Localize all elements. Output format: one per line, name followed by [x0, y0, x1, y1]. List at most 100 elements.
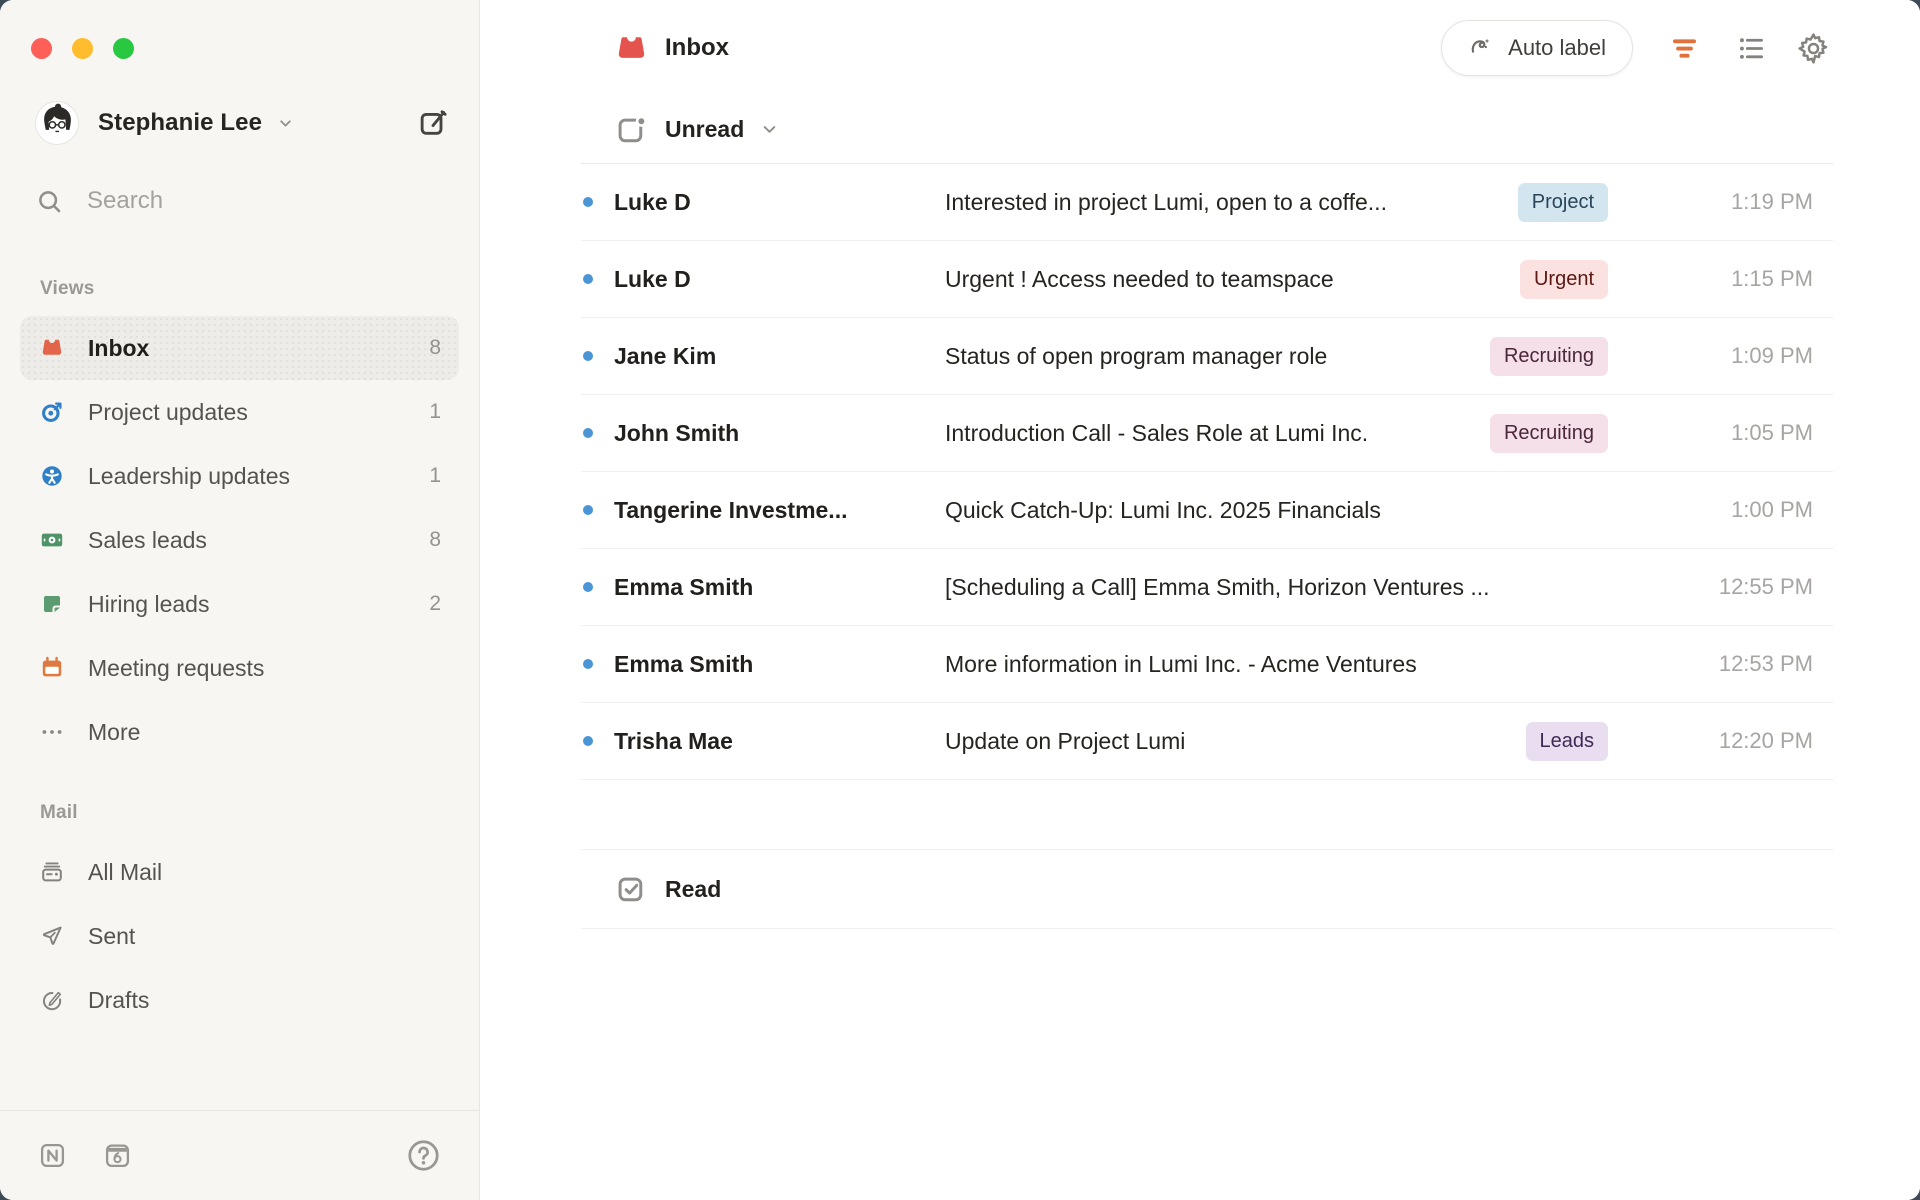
inbox-icon [40, 336, 64, 360]
calendar-icon [40, 656, 64, 680]
email-subject: Introduction Call - Sales Role at Lumi I… [945, 420, 1466, 447]
email-row[interactable]: Emma Smith More information in Lumi Inc.… [581, 626, 1833, 703]
unread-email-list: Luke D Interested in project Lumi, open … [581, 164, 1833, 780]
email-time: 12:55 PM [1608, 574, 1833, 600]
email-sender: Emma Smith [614, 574, 945, 601]
target-icon [40, 400, 64, 424]
sidebar-item-project-updates[interactable]: Project updates 1 [20, 380, 459, 444]
unread-dot-icon [583, 582, 593, 592]
sidebar-item-drafts[interactable]: Drafts [20, 968, 459, 1032]
list-view-icon[interactable] [1736, 33, 1767, 64]
email-subject: Status of open program manager role [945, 343, 1466, 370]
email-time: 1:09 PM [1608, 343, 1833, 369]
banknote-icon [40, 528, 64, 552]
search-input[interactable]: Search [36, 180, 163, 222]
minimize-window-button[interactable] [72, 38, 93, 59]
sidebar-item-label: Hiring leads [88, 591, 429, 618]
email-label-badge: Recruiting [1490, 337, 1608, 376]
sidebar-item-label: Drafts [88, 987, 441, 1014]
email-row[interactable]: Tangerine Investme... Quick Catch-Up: Lu… [581, 472, 1833, 549]
compose-button[interactable] [418, 108, 449, 139]
help-icon[interactable] [406, 1138, 441, 1173]
sidebar-item-label: Sales leads [88, 527, 429, 554]
read-section-header[interactable]: Read [581, 849, 1833, 929]
email-sender: Luke D [614, 189, 945, 216]
email-label-badge: Urgent [1520, 260, 1608, 299]
mail-section-label: Mail [20, 790, 459, 840]
sidebar-item-label: Project updates [88, 399, 429, 426]
email-subject: Urgent ! Access needed to teamspace [945, 266, 1496, 293]
sidebar-item-label: Inbox [88, 335, 429, 362]
zoom-window-button[interactable] [113, 38, 134, 59]
sidebar-item-label: Meeting requests [88, 655, 441, 682]
notion-logo-icon[interactable] [38, 1141, 67, 1170]
auto-label-button-label: Auto label [1508, 35, 1606, 61]
sidebar-item-all-mail[interactable]: All Mail [20, 840, 459, 904]
person-icon [40, 464, 64, 488]
email-time: 1:00 PM [1608, 497, 1833, 523]
sidebar-nav: Views Inbox 8 Project updates 1 Leadersh… [20, 266, 459, 1032]
unread-dot-icon [583, 197, 593, 207]
sidebar-item-label: Leadership updates [88, 463, 429, 490]
email-time: 1:05 PM [1608, 420, 1833, 446]
sidebar-item-count: 8 [429, 336, 441, 360]
email-label-badge: Recruiting [1490, 414, 1608, 453]
note-icon [40, 592, 64, 616]
sidebar-item-leadership-updates[interactable]: Leadership updates 1 [20, 444, 459, 508]
account-name[interactable]: Stephanie Lee [98, 109, 262, 137]
search-icon [36, 188, 63, 215]
email-time: 12:53 PM [1608, 651, 1833, 677]
email-sender: Tangerine Investme... [614, 497, 945, 524]
account-chevron-down-icon[interactable] [276, 114, 295, 133]
email-row[interactable]: Emma Smith [Scheduling a Call] Emma Smit… [581, 549, 1833, 626]
sidebar-item-label: Sent [88, 923, 441, 950]
wand-icon [1468, 35, 1495, 62]
unread-dot-icon [583, 428, 593, 438]
email-row[interactable]: Jane Kim Status of open program manager … [581, 318, 1833, 395]
email-sender: Emma Smith [614, 651, 945, 678]
sidebar-item-hiring-leads[interactable]: Hiring leads 2 [20, 572, 459, 636]
unread-chevron-down-icon[interactable] [759, 119, 780, 140]
email-row[interactable]: Trisha Mae Update on Project Lumi Leads … [581, 703, 1833, 780]
unread-dot-icon [583, 351, 593, 361]
mailstack-icon [40, 860, 64, 884]
email-label-badge: Leads [1526, 722, 1609, 761]
sidebar-item-count: 2 [429, 592, 441, 616]
close-window-button[interactable] [31, 38, 52, 59]
sidebar-item-count: 1 [429, 400, 441, 424]
email-subject: Quick Catch-Up: Lumi Inc. 2025 Financial… [945, 497, 1584, 524]
sidebar-item-sales-leads[interactable]: Sales leads 8 [20, 508, 459, 572]
calendar-app-icon[interactable] [103, 1141, 132, 1170]
settings-gear-icon[interactable] [1797, 32, 1830, 65]
search-placeholder: Search [87, 187, 163, 215]
email-subject: More information in Lumi Inc. - Acme Ven… [945, 651, 1584, 678]
sidebar-item-label: All Mail [88, 859, 441, 886]
auto-label-button[interactable]: Auto label [1441, 20, 1633, 76]
inbox-icon [615, 32, 648, 65]
dots-icon [40, 720, 64, 744]
unread-dot-icon [583, 659, 593, 669]
sidebar-footer [0, 1110, 479, 1200]
sidebar: Stephanie Lee Search Views Inbox 8 Proje… [0, 0, 480, 1200]
email-time: 1:15 PM [1608, 266, 1833, 292]
window-controls [31, 38, 134, 59]
email-row[interactable]: John Smith Introduction Call - Sales Rol… [581, 395, 1833, 472]
read-checkbox-icon [615, 872, 649, 906]
email-subject: Update on Project Lumi [945, 728, 1502, 755]
sidebar-item-more[interactable]: More [20, 700, 459, 764]
sidebar-item-sent[interactable]: Sent [20, 904, 459, 968]
email-subject: [Scheduling a Call] Emma Smith, Horizon … [945, 574, 1584, 601]
email-time: 12:20 PM [1608, 728, 1833, 754]
filter-icon[interactable] [1669, 33, 1700, 64]
sidebar-item-meeting-requests[interactable]: Meeting requests [20, 636, 459, 700]
email-label-badge: Project [1518, 183, 1608, 222]
email-row[interactable]: Luke D Urgent ! Access needed to teamspa… [581, 241, 1833, 318]
sidebar-item-inbox[interactable]: Inbox 8 [20, 316, 459, 380]
unread-section-header[interactable]: Unread [581, 96, 1833, 164]
email-subject: Interested in project Lumi, open to a co… [945, 189, 1494, 216]
email-row[interactable]: Luke D Interested in project Lumi, open … [581, 164, 1833, 241]
views-section-label: Views [20, 266, 459, 316]
unread-section-label: Unread [665, 116, 744, 143]
email-sender: John Smith [614, 420, 945, 447]
app-window: Stephanie Lee Search Views Inbox 8 Proje… [0, 0, 1920, 1200]
